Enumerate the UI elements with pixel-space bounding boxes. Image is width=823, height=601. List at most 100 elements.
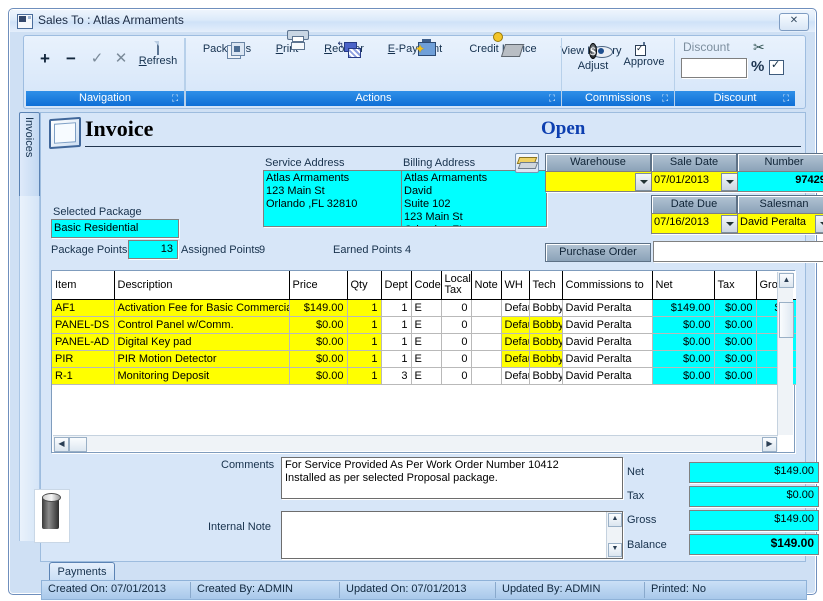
cell-wh[interactable]: Defau — [501, 367, 530, 385]
cell-item[interactable]: PANEL-DS — [52, 316, 115, 334]
cell-code[interactable]: E — [411, 333, 442, 351]
nav-add-button[interactable]: + — [34, 50, 56, 68]
scroll-up-icon[interactable]: ▲ — [779, 273, 794, 288]
cell-local_tax[interactable]: 0 — [441, 333, 472, 351]
cell-note[interactable] — [471, 350, 502, 368]
commissions-dialog-launcher-icon[interactable]: ⛶ — [660, 93, 670, 103]
cell-note[interactable] — [471, 367, 502, 385]
cell-tax[interactable]: $0.00 — [714, 316, 757, 334]
col-description[interactable]: Description — [114, 271, 290, 300]
cell-description[interactable]: Monitoring Deposit — [114, 367, 290, 385]
cell-price[interactable]: $0.00 — [289, 316, 348, 334]
internal-note-textarea[interactable]: ▲ ▼ — [281, 511, 623, 559]
purchase-order-input[interactable] — [653, 241, 823, 262]
cell-wh[interactable]: Defau — [501, 350, 530, 368]
col-commissions-to[interactable]: Commissions to — [562, 271, 653, 300]
tab-payments[interactable]: Payments — [49, 562, 115, 582]
col-note[interactable]: Note — [471, 271, 502, 300]
cell-net[interactable]: $0.00 — [652, 333, 715, 351]
cell-tech[interactable]: Bobby — [529, 350, 563, 368]
sale-date-input[interactable]: 07/01/2013 — [651, 171, 741, 192]
credit-invoice-button[interactable]: Credit Invoice — [460, 32, 546, 57]
cell-item[interactable]: R-1 — [52, 367, 115, 385]
comments-textarea[interactable]: For Service Provided As Per Work Order N… — [281, 457, 623, 499]
cell-code[interactable]: E — [411, 350, 442, 368]
nav-post-button[interactable]: ✓ — [86, 50, 108, 68]
cell-tax[interactable]: $0.00 — [714, 299, 757, 317]
grid-horizontal-scrollbar[interactable]: ◀ ▶ — [53, 435, 778, 452]
col-wh[interactable]: WH — [501, 271, 530, 300]
address-book-icon[interactable] — [515, 153, 539, 173]
scroll-right-icon[interactable]: ▶ — [762, 437, 777, 452]
cell-item[interactable]: PANEL-AD — [52, 333, 115, 351]
cell-code[interactable]: E — [411, 367, 442, 385]
cell-tech[interactable]: Bobby — [529, 299, 563, 317]
cell-tech[interactable]: Bobby — [529, 333, 563, 351]
salesman-select[interactable]: David Peralta — [737, 213, 823, 234]
cell-local_tax[interactable]: 0 — [441, 316, 472, 334]
cell-commissions_to[interactable]: David Peralta — [562, 350, 653, 368]
packages-button[interactable]: Packages — [194, 42, 260, 59]
warehouse-select[interactable] — [545, 171, 655, 192]
col-code[interactable]: Code — [411, 271, 442, 300]
cell-note[interactable] — [471, 316, 502, 334]
cell-tech[interactable]: Bobby — [529, 367, 563, 385]
cell-commissions_to[interactable]: David Peralta — [562, 316, 653, 334]
internal-note-scrollbar[interactable]: ▲ ▼ — [606, 512, 622, 558]
cell-commissions_to[interactable]: David Peralta — [562, 333, 653, 351]
cell-wh[interactable]: Defau — [501, 299, 530, 317]
cell-code[interactable]: E — [411, 316, 442, 334]
nav-delete-button[interactable]: − — [60, 50, 82, 68]
col-local-tax[interactable]: Local Tax — [441, 271, 472, 300]
table-row[interactable]: AF1Activation Fee for Basic Commercial S… — [52, 299, 796, 317]
salesman-chevron-down-icon[interactable] — [815, 215, 823, 233]
table-row[interactable]: PANEL-DS Control Panel w/Comm. $0.00 1 1 E 0 De… — [52, 316, 796, 334]
cell-net[interactable]: $0.00 — [652, 350, 715, 368]
close-button[interactable]: ✕ — [779, 13, 809, 31]
cell-net[interactable]: $0.00 — [652, 367, 715, 385]
adjust-button[interactable]: $ Adjust — [570, 43, 616, 72]
cell-tax[interactable]: $0.00 — [714, 333, 757, 351]
cell-net[interactable]: $0.00 — [652, 316, 715, 334]
table-row[interactable]: PIRPIR Motion Detector$0.0011E0DefauBobb… — [52, 350, 796, 368]
cell-qty[interactable]: 1 — [347, 350, 382, 368]
cell-description[interactable]: Digital Key pad — [114, 333, 290, 351]
cell-description[interactable]: PIR Motion Detector — [114, 350, 290, 368]
cell-note[interactable] — [471, 299, 502, 317]
cell-wh[interactable]: Defau — [501, 316, 530, 334]
col-price[interactable]: Price — [289, 271, 348, 300]
internal-note-scroll-up-icon[interactable]: ▲ — [608, 513, 622, 527]
cell-description[interactable]: Activation Fee for Basic Commercial Sys — [114, 299, 290, 317]
scroll-left-icon[interactable]: ◀ — [54, 437, 69, 452]
cell-qty[interactable]: 1 — [347, 333, 382, 351]
cell-wh[interactable]: Defau — [501, 333, 530, 351]
cell-dept[interactable]: 1 — [381, 316, 412, 334]
navigation-dialog-launcher-icon[interactable]: ⛶ — [170, 93, 180, 103]
cell-price[interactable]: $0.00 — [289, 367, 348, 385]
col-dept[interactable]: Dept — [381, 271, 412, 300]
cell-tax[interactable]: $0.00 — [714, 350, 757, 368]
cell-dept[interactable]: 3 — [381, 367, 412, 385]
internal-note-scroll-down-icon[interactable]: ▼ — [608, 543, 622, 557]
cell-item[interactable]: AF1 — [52, 299, 115, 317]
cell-local_tax[interactable]: 0 — [441, 367, 472, 385]
date-due-input[interactable]: 07/16/2013 — [651, 213, 741, 234]
cell-dept[interactable]: 1 — [381, 333, 412, 351]
discount-input[interactable] — [681, 58, 747, 78]
col-tax[interactable]: Tax — [714, 271, 757, 300]
billing-address-value[interactable]: Atlas Armaments David Suite 102 123 Main… — [401, 170, 547, 227]
reorder-button[interactable]: ↰ Reorder — [314, 41, 374, 58]
cell-local_tax[interactable]: 0 — [441, 299, 472, 317]
item-thumbnail[interactable] — [34, 489, 70, 543]
cell-local_tax[interactable]: 0 — [441, 350, 472, 368]
e-payment-button[interactable]: ✦ E-Payment — [378, 39, 452, 56]
cell-price[interactable]: $0.00 — [289, 350, 348, 368]
cell-code[interactable]: E — [411, 299, 442, 317]
discount-dialog-launcher-icon[interactable]: ⛶ — [781, 93, 791, 103]
nav-refresh-button[interactable]: Refresh — [136, 41, 180, 67]
cell-price[interactable]: $149.00 — [289, 299, 348, 317]
cell-net[interactable]: $149.00 — [652, 299, 715, 317]
col-net[interactable]: Net — [652, 271, 715, 300]
cell-note[interactable] — [471, 333, 502, 351]
table-row[interactable]: R-1Monitoring Deposit$0.0013E0DefauBobby… — [52, 367, 796, 385]
